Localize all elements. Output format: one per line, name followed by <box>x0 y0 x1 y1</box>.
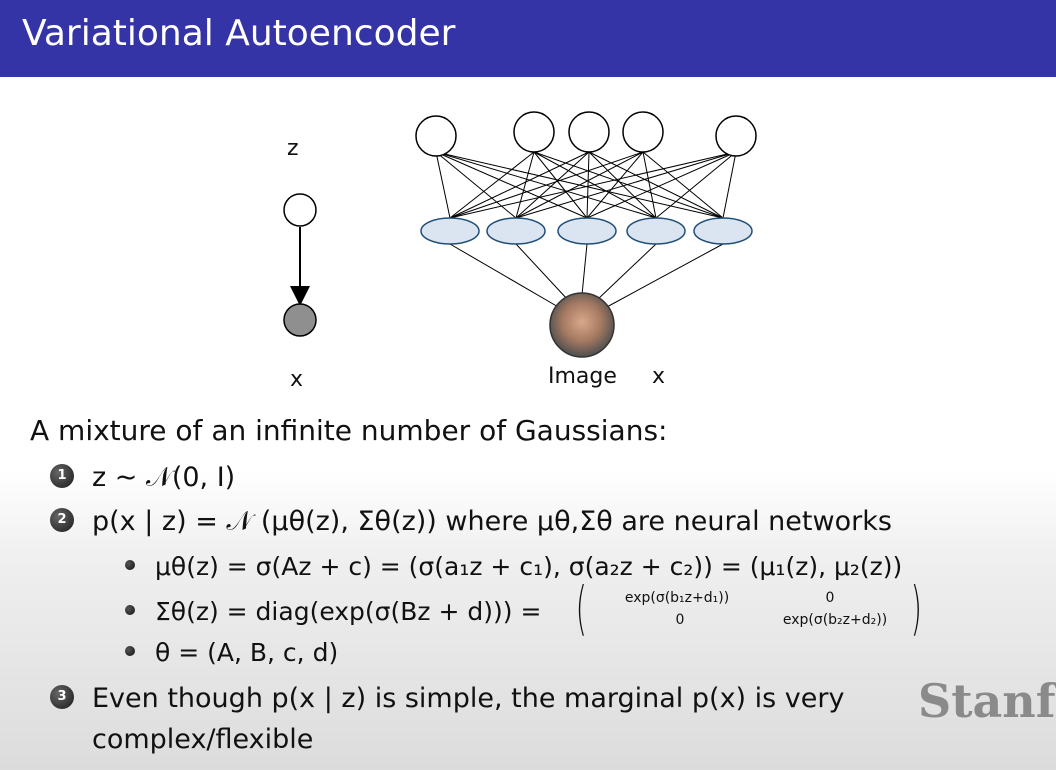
enum-number: 2 <box>50 507 74 532</box>
observed-label: x <box>290 367 304 392</box>
sub-item: μθ(z) = σ(Az + c) = (σ(a₁z + c₁), σ(a₂z … <box>125 552 902 581</box>
sub-item-text: μθ(z) = σ(Az + c) = (σ(a₁z + c₁), σ(a₂z … <box>155 552 903 581</box>
item-text: Even though p(x | z) is simple, the marg… <box>92 683 845 714</box>
stanford-watermark: Stanfo <box>918 674 1056 728</box>
item-text: z ∼ 𝒩(0, I) <box>92 462 236 493</box>
image-label: Image <box>548 364 617 389</box>
latent-layer <box>415 111 757 157</box>
matrix-right-paren: ) <box>910 574 922 642</box>
matrix-r1c2: 0 <box>825 590 835 606</box>
image-var-label: x <box>652 364 666 389</box>
sub-item: Σθ(z) = diag(exp(σ(Bz + d))) = <box>125 597 541 626</box>
vae-figure <box>283 111 757 358</box>
sub-item-text: Σθ(z) = diag(exp(σ(Bz + d))) = <box>155 597 542 626</box>
matrix-r1c1: exp(σ(b₁z+d₁)) <box>624 590 730 606</box>
item-continuation: complex/flexible <box>92 724 314 755</box>
latent-node <box>283 193 317 227</box>
enum-number: 3 <box>50 684 74 709</box>
matrix-left-paren: ( <box>575 574 587 642</box>
latent-label: z <box>287 136 299 161</box>
observed-node <box>283 303 317 337</box>
list-item: 3 Even though p(x | z) is simple, the mar… <box>50 683 844 714</box>
enum-number: 1 <box>50 463 74 488</box>
item-text: p(x | z) = 𝒩 (μθ(z), Σθ(z)) where μθ,Σθ … <box>92 506 892 537</box>
network-edges <box>435 151 737 219</box>
bullet-icon <box>125 646 135 656</box>
lead-sentence: A mixture of an infinite number of Gauss… <box>30 414 668 447</box>
image-node <box>549 292 615 358</box>
matrix-r2c1: 0 <box>675 612 685 628</box>
list-item: 1 z ∼ 𝒩(0, I) <box>50 462 235 494</box>
hidden-layer <box>420 217 753 245</box>
sub-item-text: θ = (A, B, c, d) <box>155 638 339 667</box>
bullet-icon <box>125 560 135 570</box>
bullet-icon <box>125 605 135 615</box>
sub-item: θ = (A, B, c, d) <box>125 638 338 667</box>
list-item: 2 p(x | z) = 𝒩 (μθ(z), Σθ(z)) where μθ,Σθ… <box>50 506 892 538</box>
matrix-r2c2: exp(σ(b₂z+d₂)) <box>782 612 888 628</box>
